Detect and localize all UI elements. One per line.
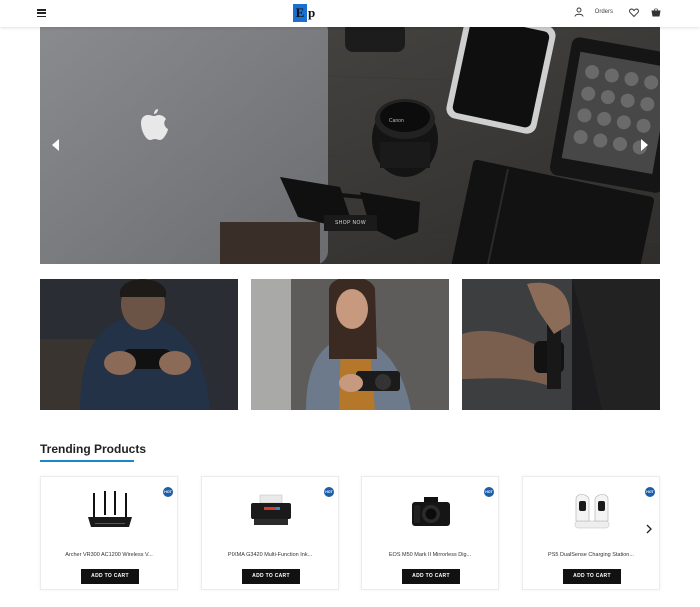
add-to-cart-button[interactable]: ADD TO CART: [563, 569, 621, 584]
add-to-cart-button[interactable]: ADD TO CART: [242, 569, 300, 584]
hero-prev-arrow-icon[interactable]: [49, 137, 63, 153]
product-name[interactable]: EOS M50 Mark II Mirrorless Dig...: [368, 552, 492, 558]
trending-products-title: Trending Products: [40, 442, 147, 456]
product-card[interactable]: HOT Archer VR300 AC1200 Wireless V... AD…: [40, 476, 178, 590]
logo-mark: E: [293, 4, 307, 22]
header-actions: Orders: [573, 6, 662, 18]
category-tile-gaming[interactable]: [40, 279, 238, 410]
product-card[interactable]: HOT EOS M50 Mark II Mirrorless Dig... AD…: [361, 476, 499, 590]
router-icon: [88, 491, 132, 527]
hero-next-arrow-icon[interactable]: [637, 137, 651, 153]
cart-icon[interactable]: [650, 6, 662, 18]
hero-banner: Canon SHOP NOW: [40, 27, 660, 264]
add-to-cart-button[interactable]: ADD TO CART: [81, 569, 139, 584]
product-image: [41, 491, 179, 531]
user-icon[interactable]: [573, 6, 585, 18]
add-to-cart-button[interactable]: ADD TO CART: [402, 569, 460, 584]
product-image: [523, 491, 661, 531]
product-name[interactable]: PIXMA G3420 Multi-Function Ink...: [208, 552, 332, 558]
category-tile-cameras[interactable]: [251, 279, 449, 410]
product-image: [202, 491, 340, 531]
heart-icon[interactable]: [628, 6, 640, 18]
carousel-next-icon[interactable]: [644, 522, 654, 536]
site-header: E p Orders: [0, 0, 700, 27]
svg-text:Canon: Canon: [389, 118, 404, 124]
camera-icon: [412, 497, 450, 526]
wearables-image: [462, 279, 660, 410]
gaming-image: [40, 279, 238, 410]
product-image: [362, 491, 500, 531]
printer-icon: [251, 494, 291, 525]
cameras-image: [251, 279, 449, 410]
site-logo[interactable]: E p: [293, 3, 315, 23]
menu-icon[interactable]: [37, 9, 46, 18]
product-name[interactable]: PS5 DualSense Charging Station...: [529, 552, 653, 558]
product-card[interactable]: HOT PS5 DualSense Charging Station... AD…: [522, 476, 660, 590]
category-tile-wearables[interactable]: [462, 279, 660, 410]
title-underline: [40, 460, 134, 462]
product-card[interactable]: HOT PIXMA G3420 Multi-Function Ink... AD…: [201, 476, 339, 590]
logo-text: p: [308, 5, 316, 20]
shop-now-button[interactable]: SHOP NOW: [324, 215, 377, 231]
controller-charger-icon: [574, 494, 610, 529]
orders-link[interactable]: Orders: [595, 9, 613, 15]
product-name[interactable]: Archer VR300 AC1200 Wireless V...: [47, 552, 171, 558]
